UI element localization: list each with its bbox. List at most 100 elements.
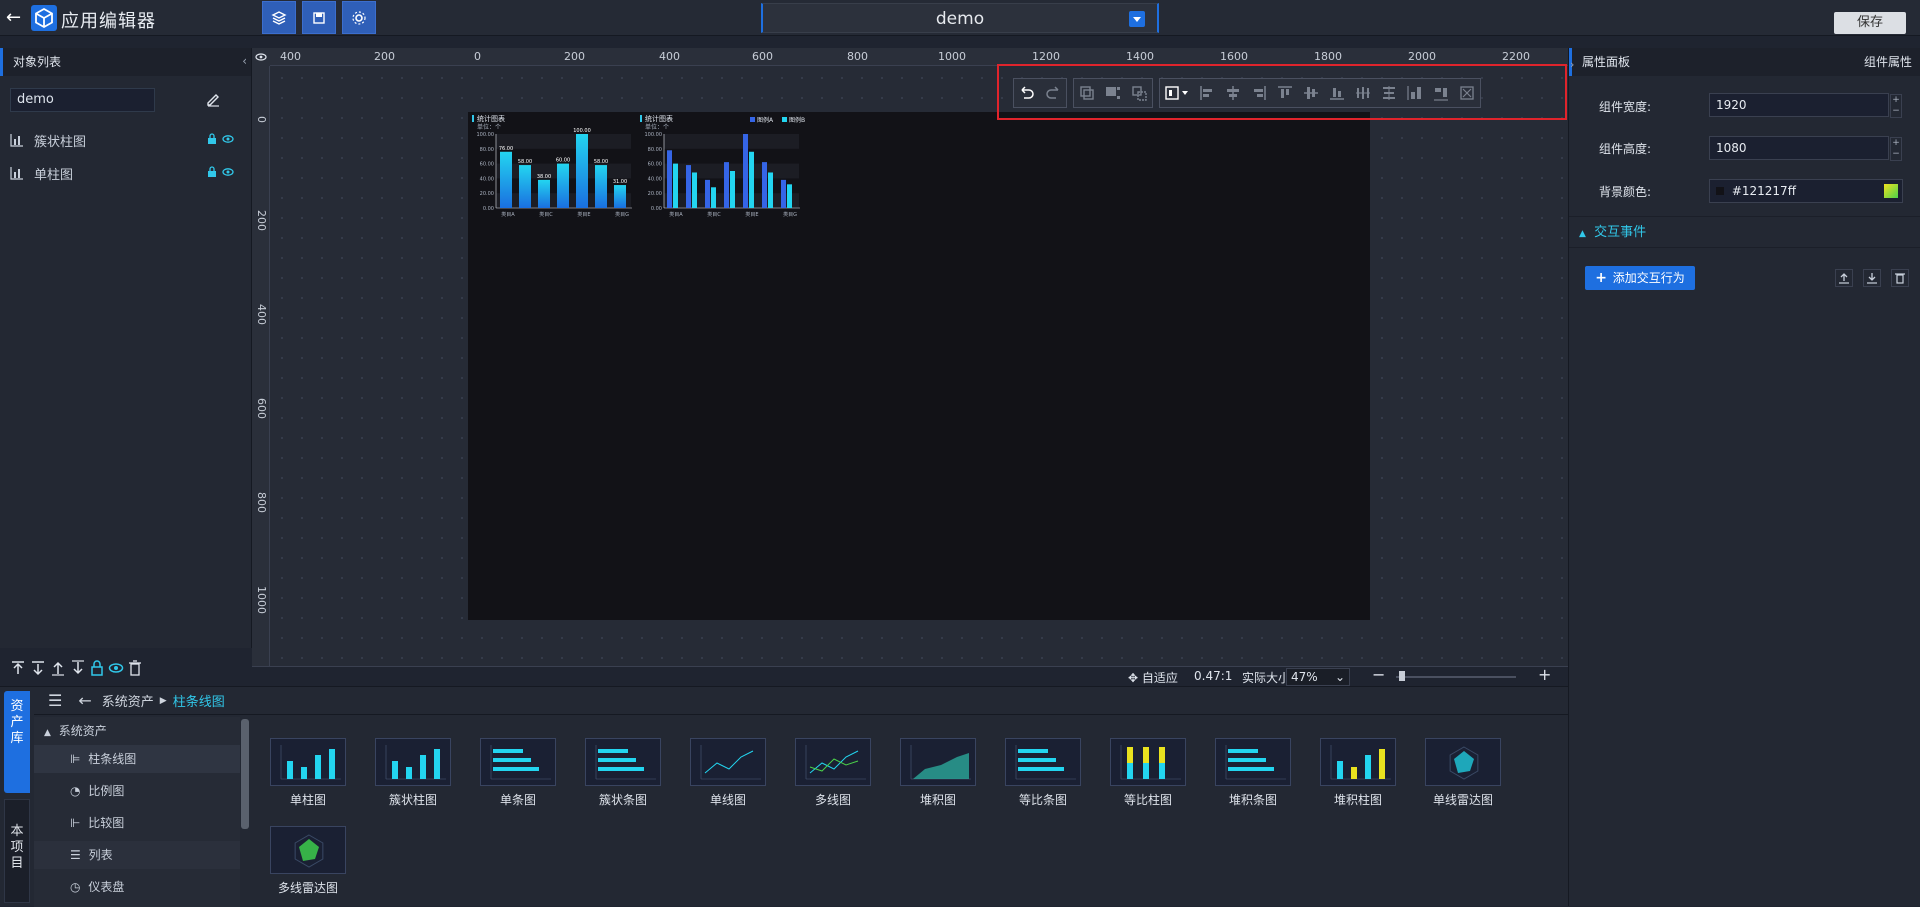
fit-canvas-icon[interactable] xyxy=(1458,84,1476,102)
align-top-icon[interactable] xyxy=(1276,84,1294,102)
import-button[interactable] xyxy=(1863,269,1881,287)
tab-asset-library[interactable]: 资产库 xyxy=(4,691,30,793)
zoom-ratio: 0.47:1 xyxy=(1194,669,1233,683)
align-middle-v-icon[interactable] xyxy=(1302,84,1320,102)
asset-card-thumbnail[interactable] xyxy=(375,738,451,786)
copy-icon[interactable] xyxy=(1078,84,1096,102)
tree-root[interactable]: ▲ 系统资产 xyxy=(34,717,240,745)
align-right-icon[interactable] xyxy=(1250,84,1268,102)
undo-icon[interactable] xyxy=(1018,84,1036,102)
breadcrumb-root[interactable]: 系统资产 xyxy=(102,691,154,710)
tree-item-bar-line[interactable]: ⊫ 柱条线图 xyxy=(34,745,240,773)
eye-icon[interactable] xyxy=(222,133,234,145)
eye-icon[interactable] xyxy=(108,660,124,676)
layout-dropdown-icon[interactable] xyxy=(1164,84,1190,102)
zoom-out-button[interactable]: − xyxy=(1372,665,1385,684)
chart-thumbnail-icon xyxy=(1225,745,1286,780)
move-top-icon[interactable] xyxy=(10,660,26,676)
layers-button[interactable] xyxy=(262,1,296,34)
height-stepper[interactable]: + − xyxy=(1890,137,1902,161)
back-arrow-icon[interactable]: ← xyxy=(6,8,26,28)
store-button[interactable] xyxy=(302,1,336,34)
tree-item-ratio[interactable]: ◔ 比例图 xyxy=(34,777,240,805)
same-height-icon[interactable] xyxy=(1406,84,1424,102)
redo-icon[interactable] xyxy=(1044,84,1062,102)
eye-icon[interactable] xyxy=(252,48,270,66)
layers-icon xyxy=(271,10,287,25)
width-input[interactable]: 1920 + − xyxy=(1709,93,1902,118)
chevron-down-icon[interactable] xyxy=(1129,11,1145,27)
fit-button[interactable]: ✥ 自适应 xyxy=(1128,669,1178,686)
collapse-left-icon[interactable]: ‹ xyxy=(242,54,247,68)
chart-thumbnail-icon xyxy=(294,834,324,868)
trash-icon[interactable] xyxy=(128,660,142,676)
zoom-select[interactable]: 47% ⌄ xyxy=(1286,668,1350,686)
object-item[interactable]: 单柱图 xyxy=(10,162,242,184)
tab-this-project[interactable]: 本项目 xyxy=(4,799,30,903)
add-interaction-button[interactable]: + 添加交互行为 xyxy=(1585,266,1695,290)
stage-artboard[interactable]: 统计图表 单位：个 100.00 80.00 60.00 40.00 20.00 0.00… xyxy=(468,112,1370,620)
same-width-icon[interactable] xyxy=(1432,84,1450,102)
tree-scrollbar[interactable] xyxy=(241,719,249,829)
tree-item-list[interactable]: ☰ 列表 xyxy=(34,841,240,869)
distribute-h-icon[interactable] xyxy=(1354,84,1372,102)
bar-chart-widget[interactable]: 统计图表 单位：个 100.00 80.00 60.00 40.00 20.00 0.00… xyxy=(470,112,642,222)
zoom-slider-knob[interactable] xyxy=(1399,671,1405,681)
app-title: 应用编辑器 xyxy=(61,11,156,32)
object-search-input[interactable]: demo xyxy=(10,88,155,112)
export-button[interactable] xyxy=(1835,269,1853,287)
lock-icon[interactable] xyxy=(207,133,217,145)
project-selector[interactable]: demo xyxy=(761,3,1159,33)
asset-card-thumbnail[interactable] xyxy=(900,738,976,786)
asset-card-thumbnail[interactable] xyxy=(270,826,346,874)
zoom-slider[interactable] xyxy=(1396,676,1516,678)
asset-card-thumbnail[interactable] xyxy=(585,738,661,786)
move-bottom-icon[interactable] xyxy=(30,660,46,676)
asset-card-thumbnail[interactable] xyxy=(1425,738,1501,786)
delete-button[interactable] xyxy=(1891,269,1909,287)
asset-card-thumbnail[interactable] xyxy=(795,738,871,786)
move-up-icon[interactable] xyxy=(50,660,66,676)
color-picker-swatch[interactable] xyxy=(1884,184,1898,198)
align-left-icon[interactable] xyxy=(1198,84,1216,102)
move-down-icon[interactable] xyxy=(70,660,86,676)
bg-color-value: #121217ff xyxy=(1731,184,1796,198)
height-input[interactable]: 1080 + − xyxy=(1709,136,1902,161)
distribute-v-icon[interactable] xyxy=(1380,84,1398,102)
collapse-right-icon[interactable]: › xyxy=(1570,58,1574,71)
asset-card-thumbnail[interactable] xyxy=(1215,738,1291,786)
actual-size-button[interactable]: 实际大小 xyxy=(1242,669,1290,686)
align-center-h-icon[interactable] xyxy=(1224,84,1242,102)
object-item[interactable]: 簇状柱图 xyxy=(10,129,242,151)
lock-icon[interactable] xyxy=(207,166,217,178)
eye-icon[interactable] xyxy=(222,166,234,178)
asset-card-thumbnail[interactable] xyxy=(270,738,346,786)
settings-button[interactable] xyxy=(342,1,376,34)
component-properties-tab[interactable]: 组件属性 xyxy=(1864,48,1912,76)
bg-color-input[interactable]: #121217ff xyxy=(1709,179,1903,203)
asset-card-thumbnail[interactable] xyxy=(690,738,766,786)
asset-card-label: 等比条图 xyxy=(1018,793,1067,807)
ruler-label: 1000 xyxy=(255,586,268,614)
group-icon[interactable] xyxy=(1104,84,1122,102)
align-bottom-icon[interactable] xyxy=(1328,84,1346,102)
bar-series-b xyxy=(768,172,773,208)
asset-card-thumbnail[interactable] xyxy=(1110,738,1186,786)
lock-icon[interactable] xyxy=(90,660,104,676)
asset-card-thumbnail[interactable] xyxy=(1005,738,1081,786)
asset-card-thumbnail[interactable] xyxy=(480,738,556,786)
events-section[interactable]: ▲ 交互事件 xyxy=(1569,216,1920,248)
asset-card-thumbnail[interactable] xyxy=(1320,738,1396,786)
menu-icon[interactable]: ☰ xyxy=(48,691,62,710)
tree-item-compare[interactable]: ⊩ 比较图 xyxy=(34,809,240,837)
clustered-bar-chart-widget[interactable]: 统计图表 单位：个 图例A 图例B 100.00 80.00 60.00 40.00 2… xyxy=(638,112,810,222)
tree-item-gauge[interactable]: ◷ 仪表盘 xyxy=(34,873,240,901)
width-stepper[interactable]: + − xyxy=(1890,94,1902,118)
save-button[interactable]: 保存 xyxy=(1834,12,1906,34)
align-group xyxy=(1159,78,1481,108)
edit-pencil-icon[interactable] xyxy=(205,91,221,111)
zoom-in-button[interactable]: + xyxy=(1538,665,1551,684)
ruler-label: 800 xyxy=(847,50,868,63)
ungroup-icon[interactable] xyxy=(1130,84,1148,102)
back-arrow-icon[interactable]: ← xyxy=(78,691,91,710)
